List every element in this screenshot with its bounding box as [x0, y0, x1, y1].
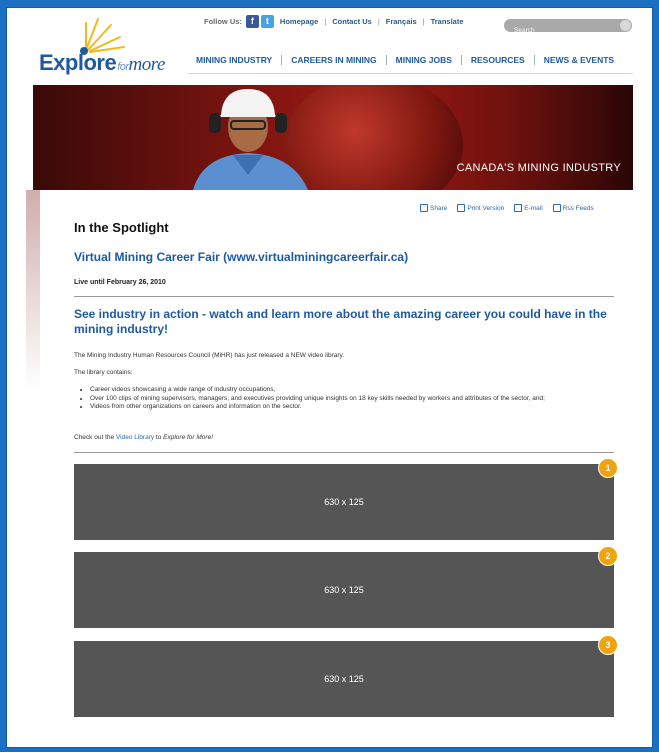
- search-go-button[interactable]: [620, 20, 631, 31]
- placeholder-label: 630 x 125: [324, 585, 364, 595]
- contact-us-link[interactable]: Contact Us: [332, 17, 372, 26]
- miner-photo: [193, 89, 308, 190]
- badge-1: 1: [598, 458, 618, 478]
- print-label: Print Version: [467, 204, 505, 212]
- logo-for-text: for: [117, 61, 129, 73]
- banner-caption: CANADA'S MINING INDUSTRY: [456, 162, 621, 174]
- content-shadow: [26, 190, 40, 390]
- list-item: Career videos showcasing a wide range of…: [90, 386, 619, 395]
- follow-us-label: Follow Us:: [204, 16, 242, 26]
- email-label: E-mail: [524, 204, 543, 212]
- badge-2: 2: [598, 546, 618, 566]
- rss-label: Rss Feeds: [562, 204, 594, 212]
- search-input[interactable]: [514, 24, 609, 37]
- utility-bar: Follow Us: f t Homepage | Contact Us | F…: [204, 11, 464, 31]
- francais-link[interactable]: Français: [386, 17, 417, 26]
- placeholder-label: 630 x 125: [324, 497, 364, 507]
- section-title: In the Spotlight: [74, 220, 169, 235]
- site-logo[interactable]: Exploreformore: [36, 15, 186, 77]
- search-box: [504, 19, 632, 37]
- share-icon: [420, 204, 428, 212]
- divider: [74, 296, 614, 297]
- sunburst-icon: [80, 18, 125, 55]
- video-library-link[interactable]: Video Library: [116, 434, 154, 441]
- logo-wordmark: Exploreformore: [39, 50, 165, 76]
- library-contains-text: The library contains:: [74, 369, 133, 376]
- ad-placeholder-2[interactable]: 630 x 125: [74, 552, 614, 628]
- check-prefix: Check out the: [74, 434, 116, 441]
- ad-placeholder-3[interactable]: 630 x 125: [74, 641, 614, 717]
- headline: See industry in action - watch and learn…: [74, 307, 607, 336]
- ad-placeholder-1[interactable]: 630 x 125: [74, 464, 614, 540]
- nav-item-careers-in-mining[interactable]: CAREERS IN MINING: [281, 55, 385, 65]
- hero-banner: CANADA'S MINING INDUSTRY: [33, 85, 633, 190]
- list-item: Over 100 clips of mining supervisors, ma…: [90, 395, 619, 404]
- twitter-icon[interactable]: t: [260, 14, 274, 28]
- main-nav: MINING INDUSTRY CAREERS IN MINING MINING…: [190, 55, 623, 65]
- check-italic: Explore for More!: [163, 434, 214, 441]
- logo-more-text: more: [128, 54, 166, 75]
- rss-link[interactable]: Rss Feeds: [552, 204, 594, 212]
- live-until-text: Live until February 26, 2010: [74, 279, 166, 286]
- check-out-text: Check out the Video Library to Explore f…: [74, 434, 619, 443]
- nav-item-news-events[interactable]: NEWS & EVENTS: [533, 55, 623, 65]
- placeholder-label: 630 x 125: [324, 674, 364, 684]
- translate-link[interactable]: Translate: [431, 17, 464, 26]
- fair-title-link[interactable]: Virtual Mining Career Fair (www.virtualm…: [74, 250, 408, 264]
- check-middle: to: [154, 434, 164, 441]
- homepage-link[interactable]: Homepage: [280, 17, 318, 26]
- divider: [74, 452, 614, 453]
- facebook-icon[interactable]: f: [245, 14, 259, 28]
- badge-3: 3: [598, 635, 618, 655]
- list-item: Videos from other organizations on caree…: [90, 403, 619, 412]
- nav-divider: [188, 73, 633, 74]
- print-icon: [457, 204, 466, 212]
- separator: |: [422, 16, 425, 26]
- email-icon: [514, 204, 523, 212]
- share-label: Share: [430, 204, 448, 212]
- nav-item-mining-industry[interactable]: MINING INDUSTRY: [190, 55, 281, 65]
- rss-icon: [552, 204, 561, 212]
- intro-text: The Mining Industry Human Resources Coun…: [74, 352, 345, 359]
- nav-item-resources[interactable]: RESOURCES: [460, 55, 534, 65]
- print-link[interactable]: Print Version: [457, 204, 504, 212]
- logo-main-text: Explore: [39, 50, 117, 75]
- email-link[interactable]: E-mail: [514, 204, 543, 212]
- separator: |: [377, 16, 380, 26]
- share-link[interactable]: Share: [420, 204, 447, 212]
- separator: |: [324, 16, 327, 26]
- page-tools: Share Print Version E-mail Rss Feeds: [420, 204, 594, 212]
- nav-item-mining-jobs[interactable]: MINING JOBS: [385, 55, 461, 65]
- feature-list: Career videos showcasing a wide range of…: [74, 386, 619, 412]
